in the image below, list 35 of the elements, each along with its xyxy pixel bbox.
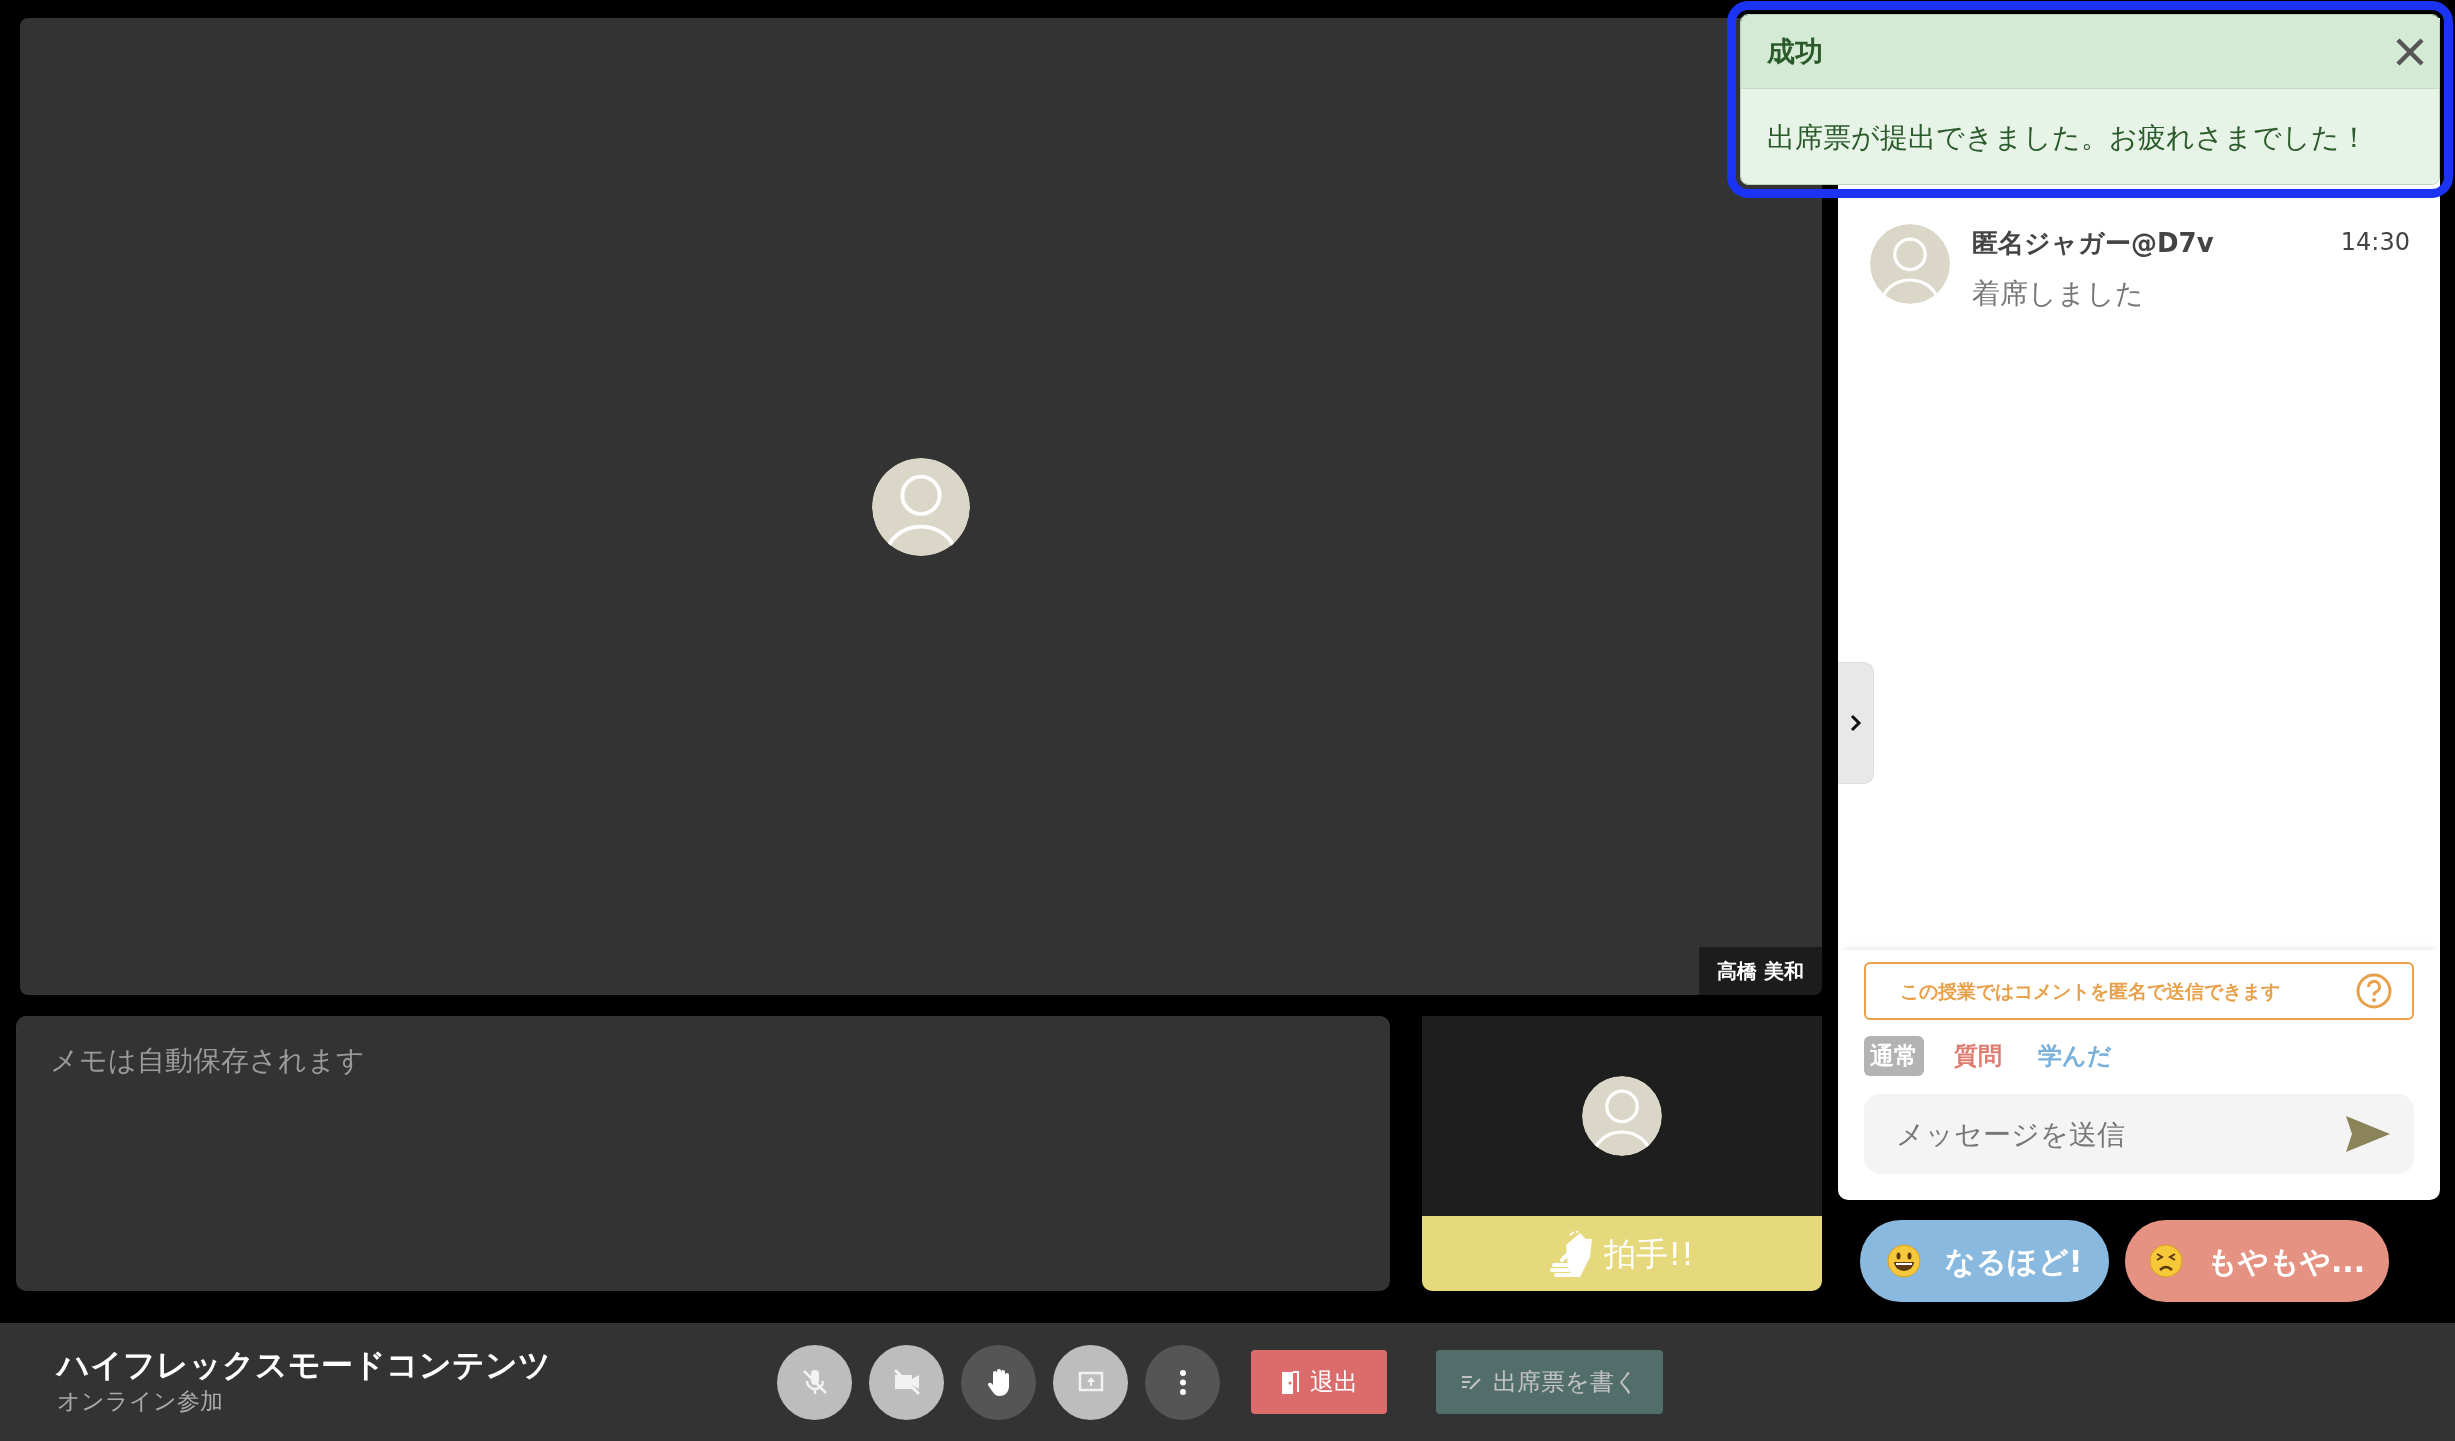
reaction-button[interactable]: もやもや... — [2125, 1220, 2389, 1302]
frown-icon — [2148, 1244, 2183, 1278]
collapse-toggle[interactable] — [1838, 662, 1874, 784]
close-button[interactable] — [2395, 36, 2425, 67]
smiley-icon — [1886, 1244, 1921, 1278]
chevron-right-icon — [1849, 714, 1862, 732]
participation-mode: オンライン参加 — [57, 1386, 224, 1416]
avatar-icon — [872, 457, 970, 556]
toast-message: 出席票が提出できました。お疲れさまでした！ — [1767, 119, 2368, 156]
avatar-icon — [1582, 1076, 1662, 1156]
comment-type-tab[interactable]: 質問 — [1948, 1036, 2008, 1076]
avatar-icon — [1870, 224, 1950, 304]
participant-name: 高橋 美和 — [1699, 947, 1822, 995]
camera-off-icon — [891, 1367, 922, 1397]
close-icon — [2395, 36, 2425, 67]
more-icon — [1179, 1369, 1186, 1395]
send-icon — [2346, 1116, 2390, 1152]
door-icon — [1280, 1370, 1300, 1394]
message-text: 着席しました — [1972, 276, 2145, 312]
comment-type-tab[interactable]: 学んだ — [2032, 1036, 2118, 1076]
notice-text: この授業ではコメントを匿名で送信できます — [1900, 978, 2280, 1004]
leave-button[interactable]: 退出 — [1251, 1350, 1387, 1414]
clapping-hands-icon — [1550, 1230, 1595, 1277]
content-title: ハイフレックスモードコンテンツ — [57, 1345, 552, 1384]
message-time: 14:30 — [2340, 227, 2410, 258]
comment-type-tab[interactable]: 通常 — [1864, 1036, 1924, 1076]
toast-title: 成功 — [1767, 33, 1823, 70]
clap-button[interactable]: 拍手!! — [1422, 1216, 1822, 1291]
message-author: 匿名ジャガー@D7v — [1972, 227, 2214, 260]
pen-lines-icon — [1460, 1373, 1483, 1391]
reaction-button[interactable]: なるほど! — [1860, 1220, 2109, 1302]
memo-field[interactable]: メモは自動保存されます — [16, 1016, 1390, 1291]
send-button[interactable] — [2346, 1116, 2390, 1152]
help-icon — [2356, 973, 2392, 1009]
message-field[interactable]: メッセージを送信 — [1864, 1094, 2414, 1174]
